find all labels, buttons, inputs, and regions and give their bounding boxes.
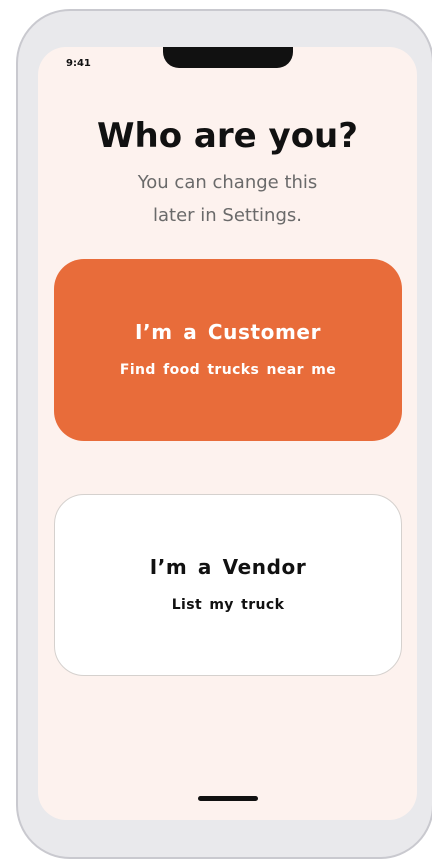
vendor-role-button[interactable]: I’m a Vendor List my truck <box>54 494 402 676</box>
page-title: Who are you? <box>97 116 358 156</box>
customer-role-subtitle: Find food trucks near me <box>119 362 337 378</box>
vendor-role-subtitle: List my truck <box>171 597 285 613</box>
device-notch <box>163 47 293 68</box>
subtitle-line-1: You can change this <box>137 172 318 193</box>
customer-role-title: I’m a Customer <box>134 320 322 344</box>
vendor-role-title: I’m a Vendor <box>149 555 307 579</box>
home-indicator[interactable] <box>198 796 258 801</box>
status-bar-time: 9:41 <box>66 58 91 69</box>
subtitle-line-2: later in Settings. <box>153 205 302 226</box>
page-subtitle: You can change this later in Settings. <box>38 166 417 232</box>
customer-role-button[interactable]: I’m a Customer Find food trucks near me <box>54 259 402 441</box>
